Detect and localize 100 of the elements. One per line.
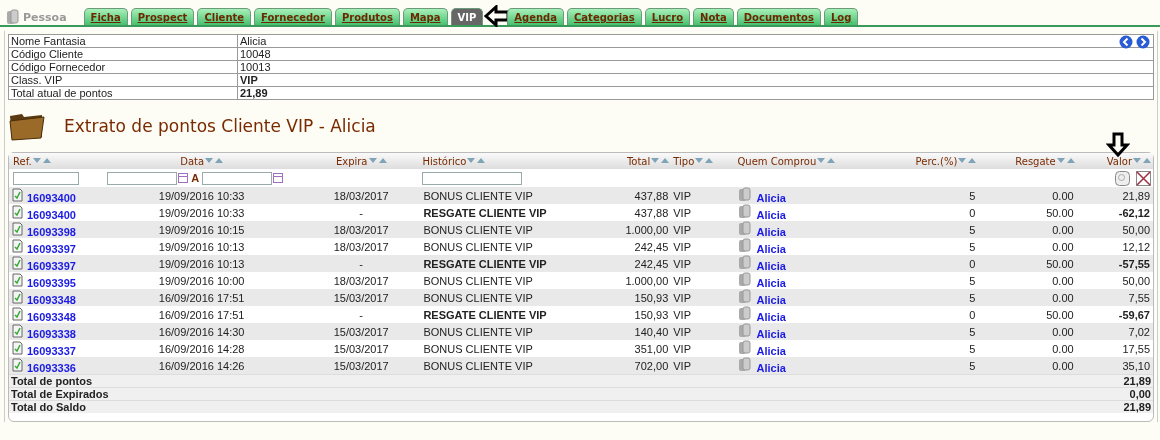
calendar-icon[interactable] (273, 173, 284, 183)
buyer-link[interactable]: Alicia (756, 362, 786, 374)
filter-field[interactable] (202, 171, 273, 185)
filter-field[interactable] (13, 171, 79, 185)
table-cell: 0 (894, 255, 979, 272)
table-cell: 18/03/2017 (302, 187, 421, 204)
table-cell: 0.00 (978, 272, 1077, 289)
buyer-link[interactable]: Alicia (756, 294, 786, 306)
sort-icon[interactable] (368, 157, 387, 165)
buyer-link[interactable]: Alicia (756, 345, 786, 357)
sort-icon[interactable] (817, 157, 836, 165)
buyer-link[interactable]: Alicia (756, 260, 786, 272)
column-header[interactable]: Ref. (13, 155, 32, 167)
buyer-link[interactable]: Alicia (756, 226, 786, 238)
table-cell: 0.00 (978, 323, 1077, 340)
tab[interactable]: Fornecedor (254, 8, 332, 25)
table-cell: VIP (671, 255, 736, 272)
field-value: 10013 (237, 60, 1154, 74)
table-cell: - (302, 255, 421, 272)
person-icon (738, 255, 753, 270)
column-header[interactable]: Histórico (422, 155, 467, 167)
table-cell: 0.00 (978, 357, 1077, 375)
buyer-link[interactable]: Alicia (756, 243, 786, 255)
table-cell: -57,55 (1076, 255, 1153, 272)
table-cell: -62,12 (1076, 204, 1153, 221)
field-label: Class. VIP (8, 73, 238, 87)
buyer-link[interactable]: Alicia (756, 311, 786, 323)
table-cell: 5 (894, 289, 979, 306)
table-cell: BONUS CLIENTE VIP (420, 323, 593, 340)
table-cell: VIP (671, 323, 736, 340)
field-value: 21,89 (237, 86, 1154, 100)
table-cell: 50,00 (1076, 272, 1153, 289)
table-cell: 5 (894, 340, 979, 357)
tab[interactable]: VIP (450, 8, 484, 25)
tab[interactable]: Documentos (736, 8, 821, 25)
tab[interactable]: Ficha (83, 8, 128, 25)
buyer-link[interactable]: Alicia (756, 209, 786, 221)
tab[interactable]: Prospect (130, 8, 195, 25)
table-cell: 15/03/2017 (302, 357, 421, 375)
table-cell: 50.00 (978, 255, 1077, 272)
table-cell: 19/09/2016 10:33 (101, 204, 302, 221)
table-cell: 0.00 (978, 289, 1077, 306)
table-cell: 18/03/2017 (302, 238, 421, 255)
next-icon[interactable] (1136, 35, 1150, 49)
total-label: Total de pontos (9, 374, 1077, 388)
sort-icon[interactable] (32, 157, 51, 165)
section-title: Extrato de pontos Cliente VIP - Alicia (64, 116, 376, 136)
table-cell: VIP (671, 187, 736, 204)
total-value: 21,89 (1076, 374, 1153, 388)
clear-filter-icon[interactable] (1136, 170, 1151, 186)
column-header[interactable]: Data (180, 155, 205, 167)
sort-icon[interactable] (695, 157, 714, 165)
tab[interactable]: Mapa (402, 8, 448, 25)
table-cell: 16/09/2016 14:28 (101, 340, 302, 357)
field-label: Nome Fantasia (8, 34, 238, 48)
range-separator: A (191, 172, 200, 184)
sort-icon[interactable] (958, 157, 977, 165)
table-cell: 19/09/2016 10:33 (101, 187, 302, 204)
sort-icon[interactable] (1133, 157, 1151, 165)
table-cell: 0 (894, 204, 979, 221)
buyer-link[interactable]: Alicia (756, 328, 786, 340)
filter-field[interactable] (107, 171, 178, 185)
table-cell: RESGATE CLIENTE VIP (420, 255, 593, 272)
person-icon (738, 238, 753, 253)
table-cell: 19/09/2016 10:13 (101, 238, 302, 255)
buyer-link[interactable]: Alicia (756, 277, 786, 289)
person-icon (738, 204, 753, 219)
total-label: Total do Saldo (9, 400, 1077, 413)
table-cell: 7,55 (1076, 289, 1153, 306)
table-cell: BONUS CLIENTE VIP (420, 272, 593, 289)
sort-icon[interactable] (1056, 157, 1075, 165)
tab[interactable]: Log (823, 8, 859, 25)
person-icon (738, 272, 753, 287)
tab[interactable]: Produtos (334, 8, 400, 25)
tab[interactable]: Cliente (197, 8, 252, 25)
table-cell: 0 (894, 306, 979, 323)
sort-icon[interactable] (467, 157, 486, 165)
filter-field[interactable] (422, 171, 523, 185)
previous-icon[interactable] (1119, 35, 1133, 49)
person-icon (738, 187, 753, 202)
calendar-icon[interactable] (178, 173, 189, 183)
person-icon (738, 306, 753, 321)
tab[interactable]: Categorias (567, 8, 642, 25)
table-cell: 437,88 (593, 204, 672, 221)
tab[interactable]: Agenda (507, 8, 565, 25)
table-cell: 50.00 (978, 306, 1077, 323)
tab[interactable]: Lucro (644, 8, 690, 25)
total-value: 21,89 (1076, 400, 1153, 413)
buyer-link[interactable]: Alicia (756, 192, 786, 204)
table-cell: 5 (894, 272, 979, 289)
search-icon[interactable] (1115, 170, 1130, 186)
table-cell: 16/09/2016 14:30 (101, 323, 302, 340)
tab[interactable]: Nota (693, 8, 734, 25)
person-icon (738, 357, 753, 372)
sort-icon[interactable] (205, 157, 224, 165)
sort-icon[interactable] (651, 157, 670, 165)
table-cell: -59,67 (1076, 306, 1153, 323)
table-cell: 15/03/2017 (302, 340, 421, 357)
table-cell: 35,10 (1076, 357, 1153, 375)
table-cell: 5 (894, 187, 979, 204)
